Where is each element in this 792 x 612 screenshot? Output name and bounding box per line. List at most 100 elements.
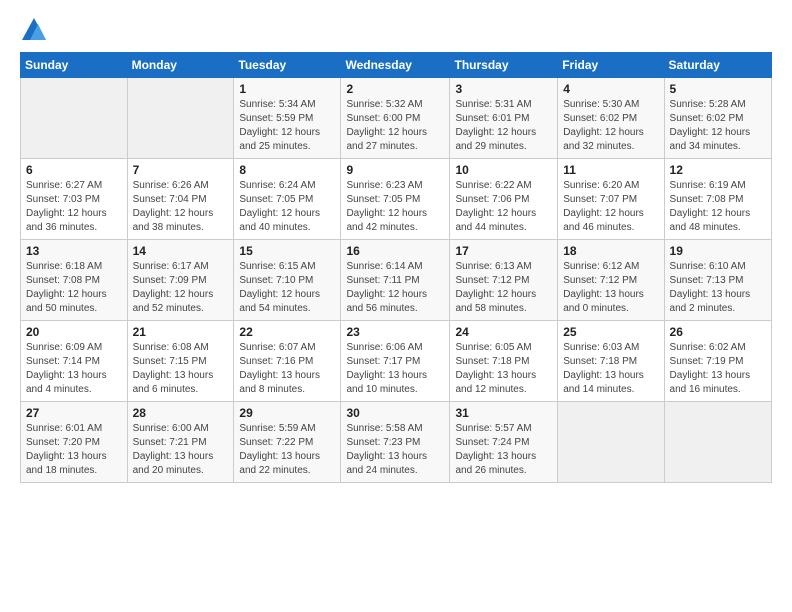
day-number: 31 [455, 406, 552, 420]
calendar-week-row: 1 Sunrise: 5:34 AM Sunset: 5:59 PM Daylig… [21, 78, 772, 159]
calendar-cell: 13Sunrise: 6:18 AM Sunset: 7:08 PM Dayli… [21, 240, 128, 321]
day-detail: Sunrise: 6:07 AM Sunset: 7:16 PM Dayligh… [239, 341, 335, 397]
header [20, 16, 772, 44]
day-detail: Sunrise: 5:31 AM Sunset: 6:01 PM Dayligh… [455, 98, 552, 154]
calendar-cell: 25Sunrise: 6:03 AM Sunset: 7:18 PM Dayli… [558, 321, 664, 402]
day-number: 16 [346, 244, 444, 258]
day-detail: Sunrise: 6:00 AM Sunset: 7:21 PM Dayligh… [133, 422, 229, 478]
day-detail: Sunrise: 6:14 AM Sunset: 7:11 PM Dayligh… [346, 260, 444, 316]
day-number: 11 [563, 163, 658, 177]
weekday-header: Sunday [21, 53, 128, 78]
weekday-header: Friday [558, 53, 664, 78]
day-detail: Sunrise: 6:06 AM Sunset: 7:17 PM Dayligh… [346, 341, 444, 397]
day-detail: Sunrise: 6:22 AM Sunset: 7:06 PM Dayligh… [455, 179, 552, 235]
day-number: 20 [26, 325, 122, 339]
calendar-cell: 5Sunrise: 5:28 AM Sunset: 6:02 PM Daylig… [664, 78, 771, 159]
day-number: 10 [455, 163, 552, 177]
day-number: 19 [670, 244, 766, 258]
weekday-header: Monday [127, 53, 234, 78]
calendar: SundayMondayTuesdayWednesdayThursdayFrid… [20, 52, 772, 483]
calendar-cell: 30 Sunrise: 5:58 AM Sunset: 7:23 PM Dayli… [341, 402, 450, 483]
calendar-cell: 27 Sunrise: 6:01 AM Sunset: 7:20 PM Dayli… [21, 402, 128, 483]
day-detail: Sunrise: 6:15 AM Sunset: 7:10 PM Dayligh… [239, 260, 335, 316]
day-detail: Sunrise: 5:32 AM Sunset: 6:00 PM Dayligh… [346, 98, 444, 154]
day-detail: Sunrise: 5:58 AM Sunset: 7:23 PM Dayligh… [346, 422, 444, 478]
day-detail: Sunrise: 6:12 AM Sunset: 7:12 PM Dayligh… [563, 260, 658, 316]
calendar-week-row: 27 Sunrise: 6:01 AM Sunset: 7:20 PM Dayli… [21, 402, 772, 483]
day-number: 2 [346, 82, 444, 96]
calendar-cell: 23 Sunrise: 6:06 AM Sunset: 7:17 PM Dayli… [341, 321, 450, 402]
day-number: 15 [239, 244, 335, 258]
calendar-cell: 22 Sunrise: 6:07 AM Sunset: 7:16 PM Dayli… [234, 321, 341, 402]
calendar-cell: 21 Sunrise: 6:08 AM Sunset: 7:15 PM Dayli… [127, 321, 234, 402]
day-number: 13 [26, 244, 122, 258]
calendar-cell: 3 Sunrise: 5:31 AM Sunset: 6:01 PM Daylig… [450, 78, 558, 159]
calendar-header-row: SundayMondayTuesdayWednesdayThursdayFrid… [21, 53, 772, 78]
day-detail: Sunrise: 5:57 AM Sunset: 7:24 PM Dayligh… [455, 422, 552, 478]
day-number: 7 [133, 163, 229, 177]
calendar-cell: 1 Sunrise: 5:34 AM Sunset: 5:59 PM Daylig… [234, 78, 341, 159]
day-detail: Sunrise: 5:28 AM Sunset: 6:02 PM Dayligh… [670, 98, 766, 154]
calendar-cell: 9 Sunrise: 6:23 AM Sunset: 7:05 PM Daylig… [341, 159, 450, 240]
calendar-week-row: 13Sunrise: 6:18 AM Sunset: 7:08 PM Dayli… [21, 240, 772, 321]
day-number: 22 [239, 325, 335, 339]
calendar-cell [664, 402, 771, 483]
calendar-cell: 2 Sunrise: 5:32 AM Sunset: 6:00 PM Daylig… [341, 78, 450, 159]
weekday-header: Tuesday [234, 53, 341, 78]
weekday-header: Saturday [664, 53, 771, 78]
day-detail: Sunrise: 6:13 AM Sunset: 7:12 PM Dayligh… [455, 260, 552, 316]
day-number: 12 [670, 163, 766, 177]
day-detail: Sunrise: 6:08 AM Sunset: 7:15 PM Dayligh… [133, 341, 229, 397]
logo-icon [20, 16, 48, 44]
day-number: 25 [563, 325, 658, 339]
day-number: 30 [346, 406, 444, 420]
day-number: 8 [239, 163, 335, 177]
day-number: 21 [133, 325, 229, 339]
day-number: 3 [455, 82, 552, 96]
day-detail: Sunrise: 6:17 AM Sunset: 7:09 PM Dayligh… [133, 260, 229, 316]
day-number: 29 [239, 406, 335, 420]
day-detail: Sunrise: 6:01 AM Sunset: 7:20 PM Dayligh… [26, 422, 122, 478]
calendar-week-row: 6Sunrise: 6:27 AM Sunset: 7:03 PM Daylig… [21, 159, 772, 240]
day-detail: Sunrise: 6:09 AM Sunset: 7:14 PM Dayligh… [26, 341, 122, 397]
calendar-cell: 18 Sunrise: 6:12 AM Sunset: 7:12 PM Dayli… [558, 240, 664, 321]
day-number: 28 [133, 406, 229, 420]
day-detail: Sunrise: 6:10 AM Sunset: 7:13 PM Dayligh… [670, 260, 766, 316]
day-number: 4 [563, 82, 658, 96]
calendar-week-row: 20 Sunrise: 6:09 AM Sunset: 7:14 PM Dayli… [21, 321, 772, 402]
calendar-cell: 15 Sunrise: 6:15 AM Sunset: 7:10 PM Dayli… [234, 240, 341, 321]
calendar-cell: 8 Sunrise: 6:24 AM Sunset: 7:05 PM Daylig… [234, 159, 341, 240]
page: SundayMondayTuesdayWednesdayThursdayFrid… [0, 0, 792, 612]
calendar-cell: 11 Sunrise: 6:20 AM Sunset: 7:07 PM Dayli… [558, 159, 664, 240]
calendar-cell [127, 78, 234, 159]
calendar-cell: 12Sunrise: 6:19 AM Sunset: 7:08 PM Dayli… [664, 159, 771, 240]
calendar-cell [21, 78, 128, 159]
day-number: 6 [26, 163, 122, 177]
day-number: 9 [346, 163, 444, 177]
calendar-cell: 24 Sunrise: 6:05 AM Sunset: 7:18 PM Dayli… [450, 321, 558, 402]
day-detail: Sunrise: 6:02 AM Sunset: 7:19 PM Dayligh… [670, 341, 766, 397]
calendar-cell: 7Sunrise: 6:26 AM Sunset: 7:04 PM Daylig… [127, 159, 234, 240]
day-number: 23 [346, 325, 444, 339]
calendar-cell: 29 Sunrise: 5:59 AM Sunset: 7:22 PM Dayli… [234, 402, 341, 483]
day-detail: Sunrise: 6:05 AM Sunset: 7:18 PM Dayligh… [455, 341, 552, 397]
calendar-cell: 4 Sunrise: 5:30 AM Sunset: 6:02 PM Daylig… [558, 78, 664, 159]
day-number: 1 [239, 82, 335, 96]
logo [20, 16, 52, 44]
calendar-cell [558, 402, 664, 483]
day-number: 18 [563, 244, 658, 258]
calendar-cell: 6Sunrise: 6:27 AM Sunset: 7:03 PM Daylig… [21, 159, 128, 240]
day-number: 24 [455, 325, 552, 339]
day-detail: Sunrise: 6:23 AM Sunset: 7:05 PM Dayligh… [346, 179, 444, 235]
calendar-cell: 20 Sunrise: 6:09 AM Sunset: 7:14 PM Dayli… [21, 321, 128, 402]
day-number: 27 [26, 406, 122, 420]
day-detail: Sunrise: 5:30 AM Sunset: 6:02 PM Dayligh… [563, 98, 658, 154]
day-detail: Sunrise: 6:20 AM Sunset: 7:07 PM Dayligh… [563, 179, 658, 235]
day-detail: Sunrise: 6:24 AM Sunset: 7:05 PM Dayligh… [239, 179, 335, 235]
day-number: 14 [133, 244, 229, 258]
day-detail: Sunrise: 5:59 AM Sunset: 7:22 PM Dayligh… [239, 422, 335, 478]
day-detail: Sunrise: 5:34 AM Sunset: 5:59 PM Dayligh… [239, 98, 335, 154]
calendar-cell: 31 Sunrise: 5:57 AM Sunset: 7:24 PM Dayli… [450, 402, 558, 483]
calendar-cell: 14 Sunrise: 6:17 AM Sunset: 7:09 PM Dayli… [127, 240, 234, 321]
calendar-cell: 26Sunrise: 6:02 AM Sunset: 7:19 PM Dayli… [664, 321, 771, 402]
